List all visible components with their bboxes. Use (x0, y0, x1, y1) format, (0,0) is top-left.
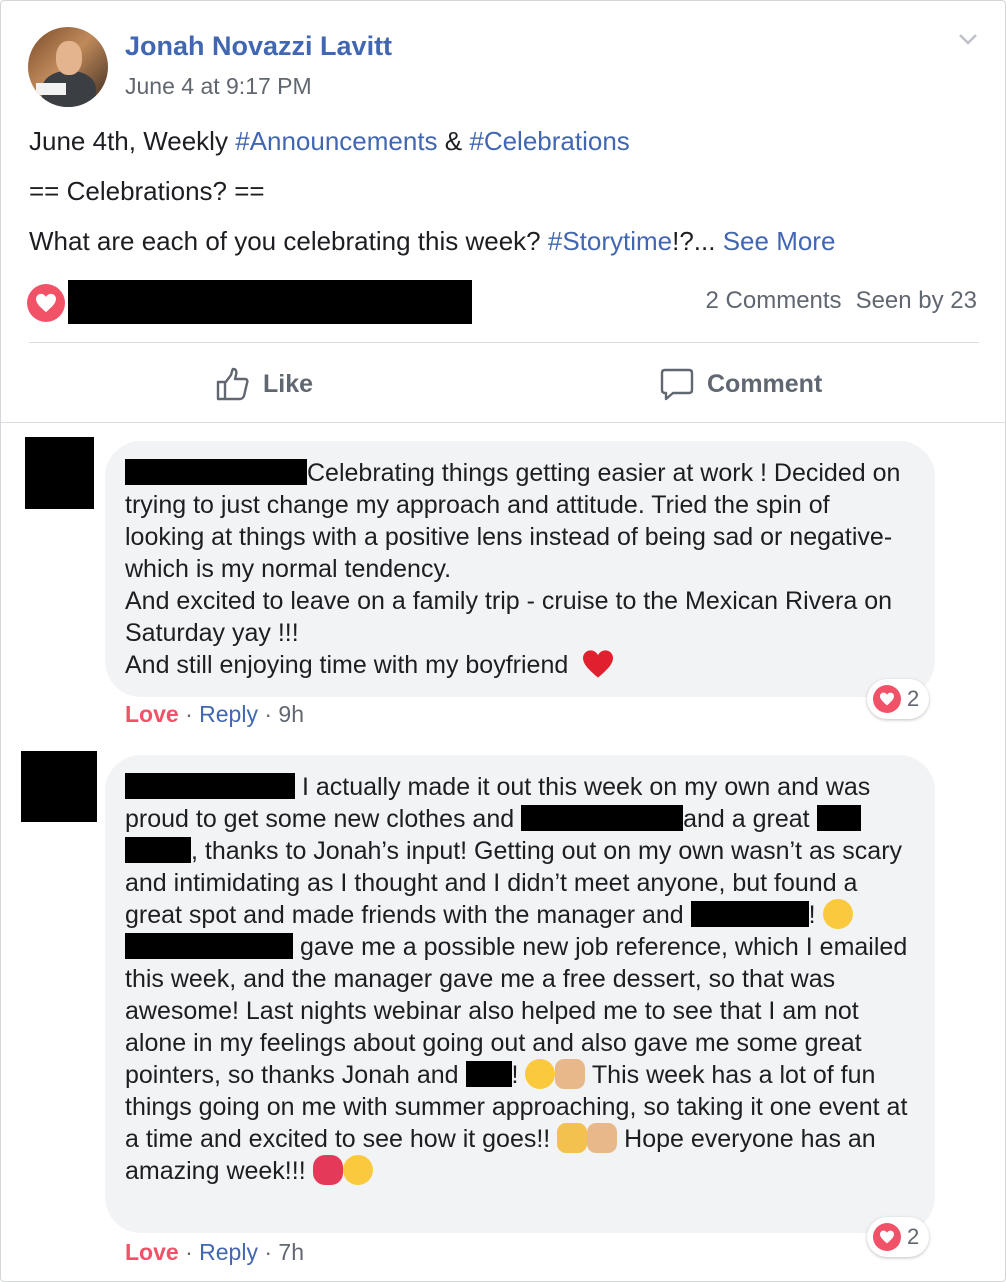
comments-separator (1, 422, 1005, 423)
smile-emoji (342, 1155, 373, 1185)
red-heart-emoji (583, 650, 614, 678)
comment-meta: Love · Reply · 9h (125, 701, 304, 727)
love-link[interactable]: Love (125, 701, 179, 727)
redacted-reactors (68, 280, 472, 324)
love-reaction-icon[interactable] (27, 284, 65, 322)
commenter-avatar-redacted[interactable] (21, 751, 97, 822)
hashtag-storytime[interactable]: #Storytime (548, 226, 672, 256)
love-reaction-icon (873, 1223, 901, 1251)
comment-bubble-icon (660, 368, 694, 401)
post-text-line-1: June 4th, Weekly #Announcements & #Celeb… (29, 126, 630, 156)
post-text-line-3: What are each of you celebrating this we… (29, 226, 836, 256)
see-more-link[interactable]: See More (723, 226, 836, 256)
hashtag-announcements[interactable]: #Announcements (235, 126, 437, 156)
reply-link[interactable]: Reply (199, 1239, 258, 1265)
comment-text: I actually made it out this week on my o… (125, 773, 908, 1185)
love-reaction-icon (873, 685, 901, 713)
comment-meta: Love · Reply · 7h (125, 1239, 304, 1265)
seen-by[interactable]: Seen by 23 (856, 287, 977, 314)
comment-reaction-count[interactable]: 2 (867, 679, 930, 719)
comment-bubble: I actually made it out this week on my o… (105, 755, 935, 1233)
like-thumb-icon (216, 367, 249, 401)
reply-link[interactable]: Reply (199, 701, 258, 727)
like-button[interactable]: Like (215, 361, 313, 407)
post-card: Jonah Novazzi Lavitt June 4 at 9:17 PM J… (0, 0, 1006, 1282)
comment-age[interactable]: 9h (278, 701, 304, 727)
love-link[interactable]: Love (125, 1239, 179, 1265)
flexed-arm-emoji (587, 1123, 618, 1153)
author-name[interactable]: Jonah Novazzi Lavitt (125, 31, 392, 62)
comments-count[interactable]: 2 Comments (706, 287, 842, 314)
chevron-down-icon[interactable] (957, 31, 979, 47)
comment-reaction-count[interactable]: 2 (867, 1217, 930, 1257)
redacted-name[interactable] (125, 773, 295, 799)
comment-button[interactable]: Comment (659, 361, 822, 407)
comment-text: Celebrating things getting easier at wor… (125, 459, 901, 583)
grin-emoji (525, 1059, 556, 1089)
hashtag-celebrations[interactable]: #Celebrations (469, 126, 629, 156)
redacted-name[interactable] (125, 459, 307, 485)
divider (29, 342, 979, 343)
comment-age[interactable]: 7h (278, 1239, 304, 1265)
post-text-line-2: == Celebrations? == (29, 176, 265, 206)
crossed-fingers-emoji (557, 1123, 588, 1153)
two-hearts-emoji (312, 1155, 343, 1185)
comment-bubble: Celebrating things getting easier at wor… (105, 441, 935, 697)
thumbs-up-emoji (555, 1059, 586, 1089)
author-avatar[interactable] (28, 27, 108, 107)
commenter-avatar-redacted[interactable] (25, 437, 94, 509)
post-stats: 2 Comments Seen by 23 (706, 287, 977, 315)
wink-emoji (822, 899, 853, 929)
post-timestamp[interactable]: June 4 at 9:17 PM (125, 73, 312, 100)
